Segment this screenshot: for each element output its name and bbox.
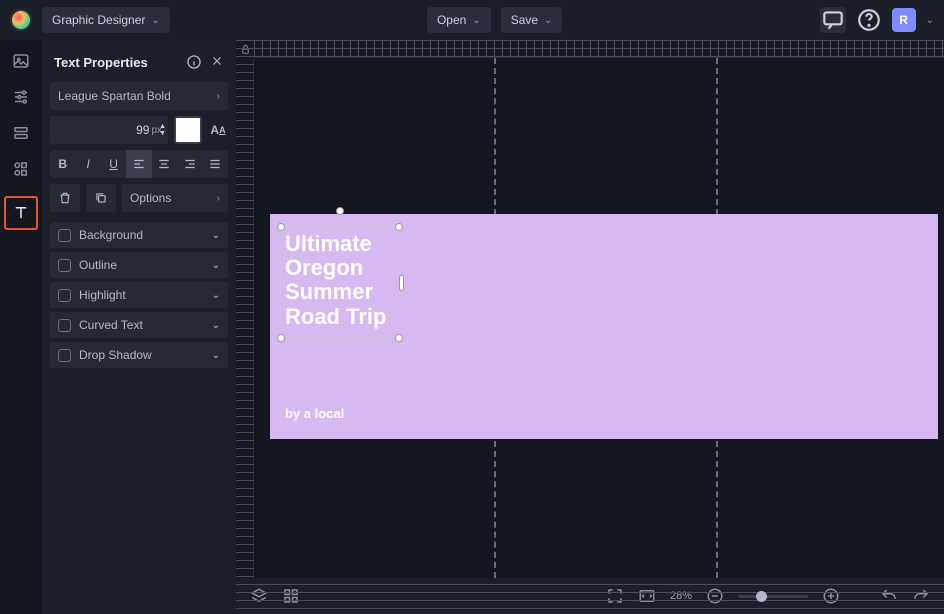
options-label: Options — [130, 191, 171, 205]
chevron-down-icon: ⌄ — [212, 290, 220, 301]
app-logo[interactable] — [10, 9, 32, 31]
chevron-right-icon: › — [217, 91, 220, 102]
size-stepper[interactable]: ▲▼ — [159, 123, 166, 137]
resize-handle[interactable] — [277, 334, 285, 342]
user-avatar[interactable]: R — [892, 8, 916, 32]
workspace-dropdown[interactable]: Graphic Designer ⌄ — [42, 7, 170, 33]
panel-title: Text Properties — [54, 55, 148, 70]
checkbox-icon — [58, 259, 71, 272]
chevron-down-icon: ⌄ — [544, 15, 552, 26]
highlight-toggle[interactable]: Highlight⌄ — [50, 282, 228, 308]
checkbox-icon — [58, 229, 71, 242]
chevron-down-icon: ⌄ — [212, 230, 220, 241]
open-label: Open — [437, 13, 466, 27]
chevron-down-icon: ⌄ — [212, 320, 220, 331]
open-button[interactable]: Open ⌄ — [427, 7, 491, 33]
layers-tool-icon[interactable] — [12, 124, 30, 142]
duplicate-icon[interactable] — [86, 184, 116, 212]
align-right-button[interactable] — [177, 150, 202, 178]
vertical-ruler[interactable] — [236, 58, 254, 578]
chat-icon[interactable] — [820, 7, 846, 33]
resize-handle[interactable] — [399, 275, 404, 291]
selection-box[interactable] — [280, 226, 400, 339]
checkbox-icon — [58, 349, 71, 362]
resize-handle[interactable] — [395, 223, 403, 231]
chevron-down-icon: ⌄ — [472, 15, 480, 26]
text-color-swatch[interactable] — [174, 116, 202, 144]
curved-text-toggle[interactable]: Curved Text⌄ — [50, 312, 228, 338]
close-icon[interactable] — [210, 54, 224, 68]
letter-case-icon[interactable]: AA — [208, 120, 228, 140]
save-button[interactable]: Save ⌄ — [501, 7, 563, 33]
align-left-button[interactable] — [126, 150, 151, 178]
background-toggle[interactable]: Background⌄ — [50, 222, 228, 248]
resize-handle[interactable] — [277, 223, 285, 231]
rotate-handle[interactable] — [336, 207, 344, 215]
align-justify-button[interactable] — [203, 150, 228, 178]
italic-button[interactable]: I — [75, 150, 100, 178]
drop-shadow-toggle[interactable]: Drop Shadow⌄ — [50, 342, 228, 368]
canvas-region: Ultimate Oregon Summer Road Trip by a lo… — [236, 40, 944, 614]
chevron-down-icon: ⌄ — [151, 15, 159, 26]
delete-icon[interactable] — [50, 184, 80, 212]
text-properties-panel: Text Properties League Spartan Bold › 99… — [42, 40, 236, 614]
chevron-down-icon: ⌄ — [212, 260, 220, 271]
chevron-down-icon: ⌄ — [212, 350, 220, 361]
text-tool-icon[interactable] — [4, 196, 38, 230]
bold-button[interactable]: B — [50, 150, 75, 178]
options-dropdown[interactable]: Options › — [122, 184, 228, 212]
shapes-tool-icon[interactable] — [12, 160, 30, 178]
tool-rail — [0, 40, 42, 614]
sliders-tool-icon[interactable] — [12, 88, 30, 106]
top-bar: Graphic Designer ⌄ Open ⌄ Save ⌄ R ⌄ — [0, 0, 944, 40]
font-size-input[interactable]: 99 px ▲▼ — [50, 116, 168, 144]
align-center-button[interactable] — [152, 150, 177, 178]
font-family-dropdown[interactable]: League Spartan Bold › — [50, 82, 228, 110]
resize-handle[interactable] — [395, 334, 403, 342]
checkbox-icon — [58, 319, 71, 332]
info-icon[interactable] — [186, 54, 202, 70]
underline-button[interactable]: U — [101, 150, 126, 178]
byline-text[interactable]: by a local — [285, 406, 344, 421]
zoom-slider-thumb[interactable] — [756, 591, 767, 602]
canvas[interactable]: Ultimate Oregon Summer Road Trip by a lo… — [254, 58, 944, 578]
image-tool-icon[interactable] — [12, 52, 30, 70]
outline-toggle[interactable]: Outline⌄ — [50, 252, 228, 278]
font-family-label: League Spartan Bold — [58, 89, 171, 103]
checkbox-icon — [58, 289, 71, 302]
workspace-label: Graphic Designer — [52, 13, 145, 27]
zoom-slider[interactable] — [738, 595, 808, 598]
help-icon[interactable] — [856, 7, 882, 33]
font-size-value: 99 — [136, 123, 149, 137]
save-label: Save — [511, 13, 538, 27]
chevron-right-icon: › — [217, 193, 220, 204]
chevron-down-icon[interactable]: ⌄ — [926, 15, 934, 26]
